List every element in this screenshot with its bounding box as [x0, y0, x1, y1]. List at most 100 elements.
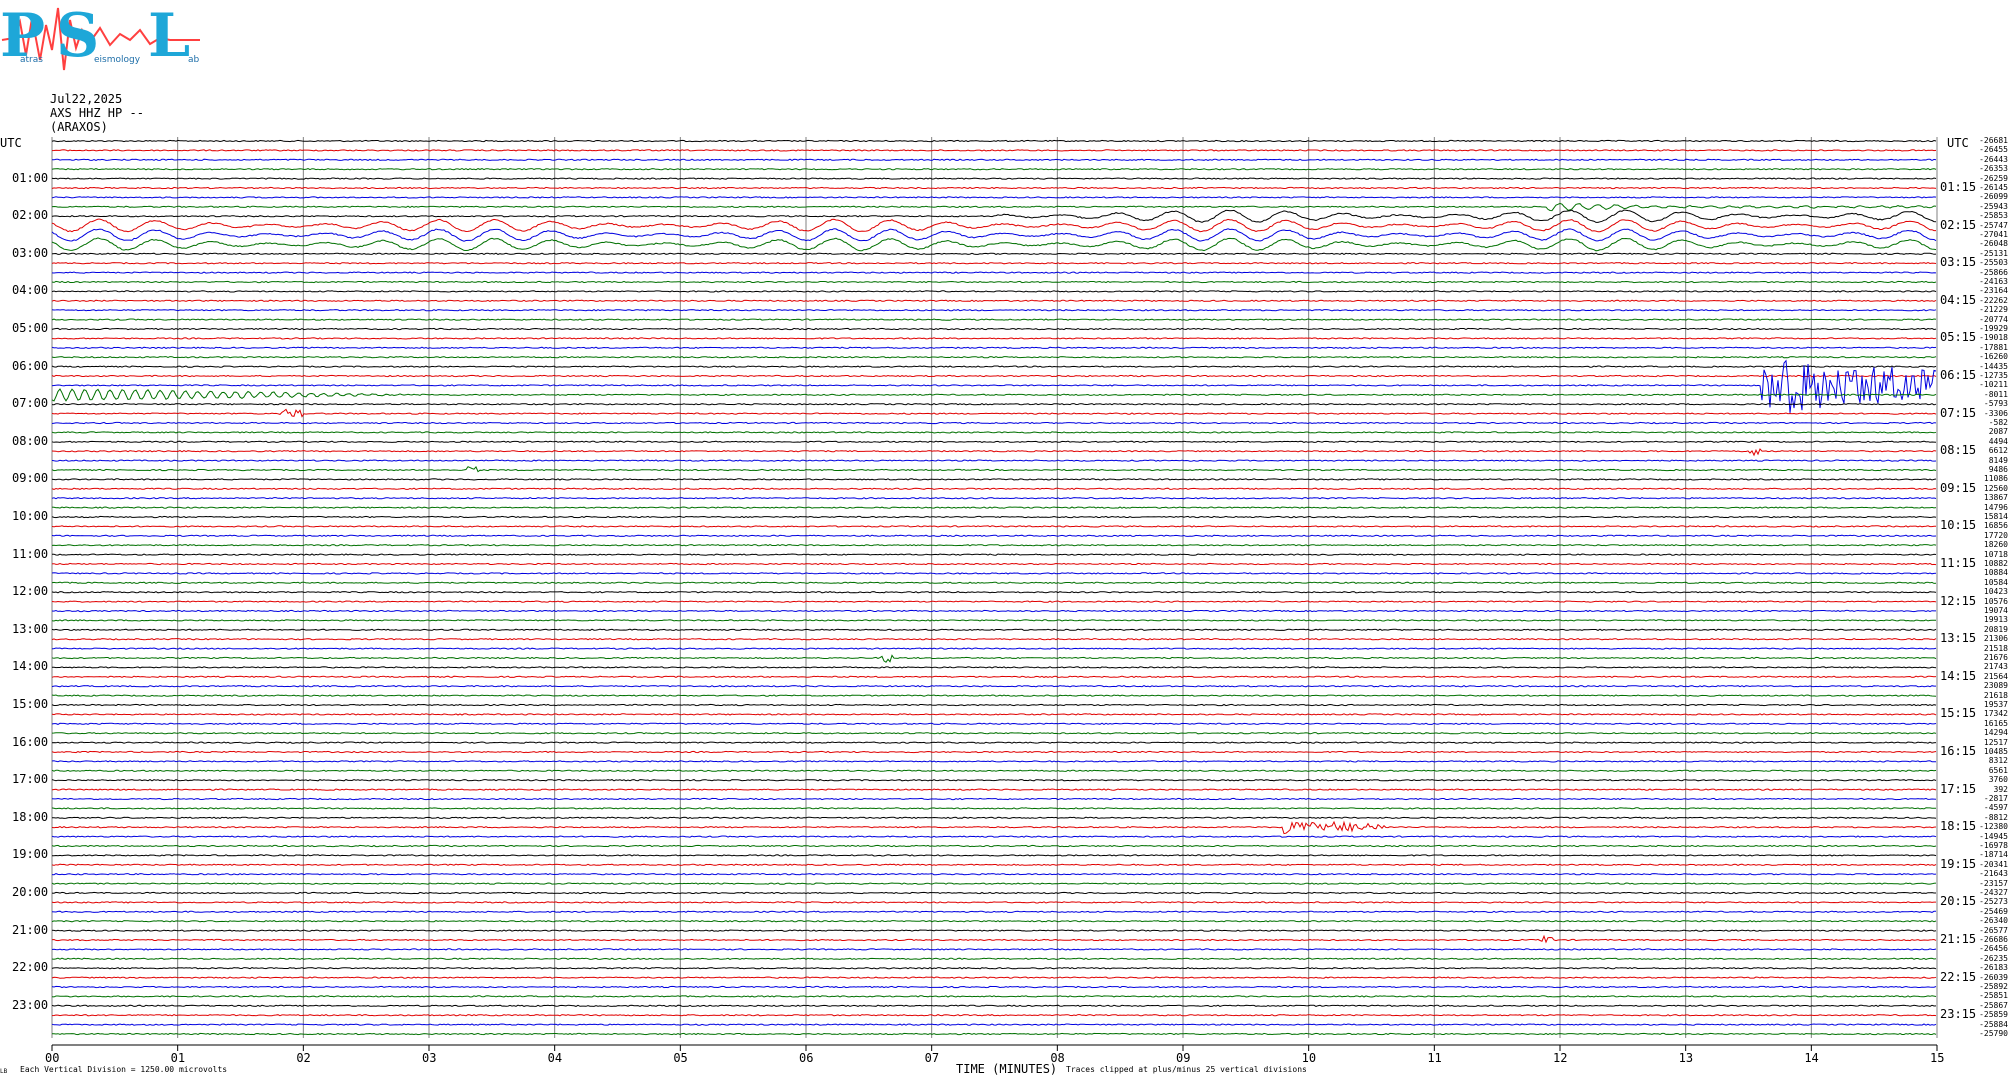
- trace-49: [51, 600, 1937, 603]
- trace-52: [51, 628, 1937, 631]
- seismogram-plot: [51, 137, 1938, 1051]
- x-tick-label: 15: [1930, 1051, 1945, 1065]
- trace-91: [51, 995, 1937, 998]
- trace-offset-label: -12380: [1979, 822, 2008, 832]
- x-tick-label: 04: [547, 1051, 563, 1065]
- trace-offset-label: 6561: [1988, 765, 2008, 775]
- trace-94: [51, 1023, 1937, 1026]
- trace-offset-label: 14796: [1983, 502, 2008, 512]
- trace-offset-label: -26145: [1979, 183, 2008, 192]
- trace-93: [51, 1014, 1937, 1017]
- trace-63: [51, 732, 1937, 735]
- trace-76: [51, 854, 1937, 857]
- trace-offset-label: 392: [1993, 784, 2008, 794]
- trace-offset-label: 12517: [1983, 737, 2008, 747]
- trace-19: [51, 318, 1937, 321]
- x-tick-label: 03: [422, 1051, 437, 1065]
- trace-86: [51, 948, 1937, 951]
- logo-small-patras: atras: [20, 55, 43, 65]
- trace-offset-label: -26099: [1979, 192, 2008, 202]
- trace-offset-label: -16260: [1979, 352, 2008, 362]
- x-tick-label: 02: [296, 1051, 311, 1065]
- trace-36: [51, 478, 1937, 481]
- trace-offset-label: -26686: [1979, 935, 2008, 944]
- trace-offset-label: -25503: [1979, 258, 2008, 268]
- x-tick-label: 00: [45, 1051, 60, 1065]
- trace-offset-label: -18714: [1979, 850, 2008, 860]
- trace-87: [51, 957, 1937, 960]
- right-hour-label: 22:15: [1940, 969, 1977, 984]
- trace-offset-label: 16165: [1983, 718, 2008, 728]
- trace-offset-label: 23089: [1983, 681, 2008, 691]
- trace-offset-label: -24327: [1979, 888, 2008, 897]
- left-hour-label: 01:00: [12, 170, 49, 185]
- trace-offset-label: -21643: [1979, 869, 2008, 879]
- trace-71: [51, 807, 1937, 810]
- trace-95: [52, 1032, 1937, 1036]
- left-hour-label: 23:00: [12, 997, 49, 1012]
- trace-75: [51, 844, 1937, 848]
- left-hour-label: 03:00: [12, 245, 49, 260]
- trace-54: [51, 647, 1937, 650]
- trace-41: [51, 525, 1937, 528]
- trace-67: [51, 769, 1937, 772]
- trace-64: [51, 741, 1937, 744]
- trace-13: [51, 262, 1937, 265]
- trace-6: [51, 196, 1937, 199]
- trace-offset-label: -26443: [1979, 154, 2008, 164]
- x-tick-label: 05: [673, 1051, 688, 1065]
- trace-offset-label: -12735: [1979, 371, 2008, 380]
- trace-offset-label: 16856: [1983, 521, 2008, 531]
- left-hour-label: 19:00: [12, 847, 49, 862]
- trace-offset-label: 18260: [1983, 540, 2008, 550]
- trace-offset-label: -25273: [1979, 897, 2008, 907]
- trace-30: [51, 421, 1937, 425]
- trace-78: [51, 873, 1937, 876]
- trace-offset-label: -25892: [1979, 982, 2008, 991]
- trace-offset-label: -25131: [1979, 248, 2008, 258]
- trace-offset-label: 19913: [1983, 615, 2008, 625]
- trace-16: [51, 290, 1937, 293]
- trace-66: [51, 760, 1936, 763]
- trace-18: [51, 309, 1937, 312]
- trace-83: [51, 920, 1937, 923]
- trace-offset-label: -26681: [1979, 136, 2008, 145]
- trace-offset-label: 9486: [1988, 465, 2008, 474]
- right-hour-label: 14:15: [1940, 668, 1977, 683]
- x-tick-label: 10: [1301, 1051, 1317, 1065]
- trace-25: [51, 374, 1937, 378]
- trace-38: [51, 497, 1937, 500]
- trace-offset-label: 10718: [1983, 549, 2008, 559]
- trace-offset-label: -21229: [1979, 305, 2008, 315]
- trace-14: [51, 271, 1937, 274]
- left-hour-label: 12:00: [12, 584, 49, 599]
- trace-57: [51, 675, 1937, 678]
- trace-offset-label: -26455: [1979, 145, 2008, 155]
- left-hour-label: 05:00: [12, 321, 49, 335]
- right-hour-label: 11:15: [1940, 556, 1977, 570]
- right-hour-label: 16:15: [1940, 744, 1977, 758]
- clip-note: Traces clipped at plus/minus 25 vertical…: [1066, 1065, 1307, 1074]
- trace-offset-label: -14945: [1979, 831, 2008, 841]
- trace-45: [51, 562, 1937, 566]
- left-hour-label: 04:00: [12, 283, 49, 298]
- trace-70: [51, 797, 1937, 801]
- x-tick-label: 01: [170, 1051, 186, 1065]
- right-hour-label: 07:15: [1940, 405, 1977, 420]
- trace-offset-label: -16978: [1979, 841, 2008, 850]
- left-hour-label: 20:00: [12, 885, 49, 899]
- trace-81: [51, 901, 1936, 904]
- trace-39: [51, 506, 1937, 509]
- trace-offset-label: -4597: [1983, 803, 2008, 813]
- trace-47: [51, 581, 1937, 584]
- trace-offset-label: -25859: [1979, 1010, 2008, 1020]
- trace-offset-label: 21618: [1983, 690, 2008, 700]
- trace-26: [51, 359, 1937, 413]
- trace-offset-label: -25884: [1979, 1019, 2008, 1029]
- trace-offset-label: -10211: [1979, 380, 2008, 390]
- left-hour-label: 09:00: [12, 471, 49, 486]
- x-tick-label: 06: [799, 1051, 814, 1065]
- trace-58: [51, 685, 1936, 688]
- x-tick-label: 11: [1427, 1051, 1442, 1065]
- trace-1: [51, 149, 1937, 152]
